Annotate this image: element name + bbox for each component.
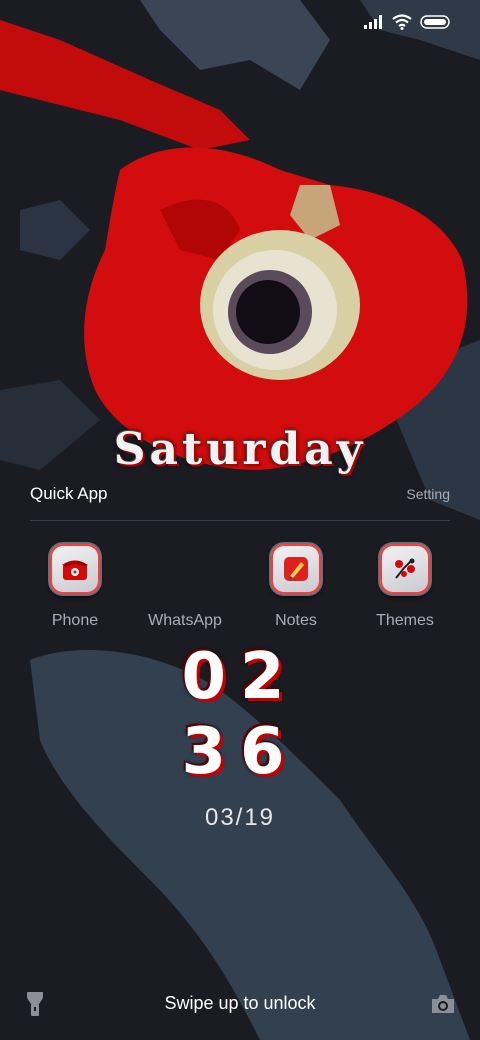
app-notes[interactable]: Notes (241, 544, 351, 630)
app-themes[interactable]: Themes (350, 544, 460, 630)
app-label-phone: Phone (51, 612, 99, 629)
app-phone[interactable]: Phone (20, 544, 130, 630)
swipe-up-hint: Swipe up to unlock (164, 993, 316, 1013)
themes-icon[interactable] (380, 544, 430, 594)
quick-app-header: Quick App Setting (30, 484, 450, 508)
battery-icon (420, 15, 450, 29)
notes-icon[interactable] (271, 544, 321, 594)
camera-icon[interactable] (430, 993, 456, 1015)
signal-icon (364, 15, 382, 29)
date: 03/19 (204, 804, 276, 831)
quick-app-title: Quick App (30, 484, 108, 503)
app-label-notes: Notes (275, 612, 317, 629)
app-whatsapp[interactable]: WhatsApp (130, 544, 240, 630)
wifi-icon (392, 14, 412, 30)
whatsapp-icon[interactable] (160, 544, 210, 594)
quick-app-setting-button[interactable]: Setting (406, 486, 450, 502)
status-bar (364, 14, 452, 30)
divider (30, 520, 450, 521)
day-of-week: Saturday (113, 424, 367, 475)
clock-hour: 02 (181, 640, 299, 714)
phone-icon[interactable] (50, 544, 100, 594)
app-label-themes: Themes (376, 612, 434, 629)
clock-minute: 36 (181, 715, 299, 789)
app-label-whatsapp: WhatsApp (148, 612, 222, 629)
